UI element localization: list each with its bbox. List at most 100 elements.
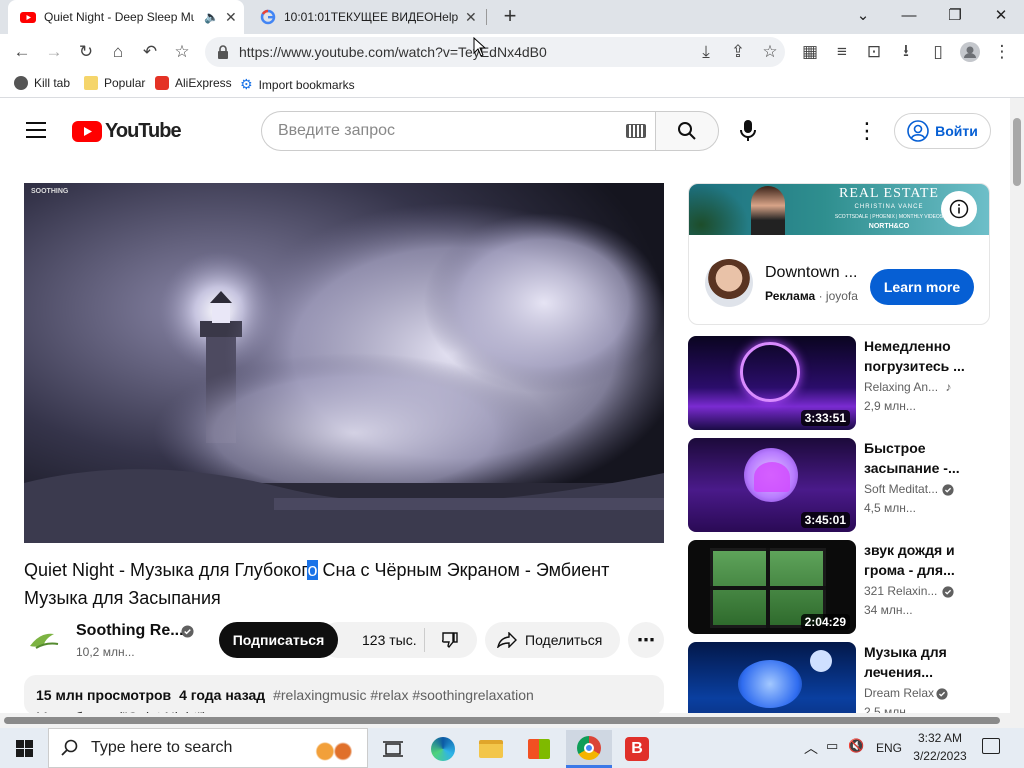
bookmark-page-star-icon[interactable]: ☆ bbox=[758, 40, 782, 64]
clock-date[interactable]: 3/22/2023 bbox=[910, 749, 970, 763]
microsoft-store-icon[interactable] bbox=[516, 730, 562, 768]
channel-name[interactable]: Soothing Re... bbox=[76, 622, 184, 640]
show-hidden-icons-chevron[interactable]: ︿ bbox=[804, 738, 818, 758]
crop-icon[interactable]: ⊡ bbox=[862, 40, 886, 64]
signin-label: Войти bbox=[935, 123, 978, 139]
minimize-button[interactable]: — bbox=[886, 0, 932, 30]
search-icon bbox=[678, 122, 696, 140]
taskbar-search-input[interactable]: Type here to search bbox=[48, 728, 368, 768]
back-arrow-icon[interactable]: ← bbox=[10, 40, 34, 64]
lock-icon bbox=[218, 45, 228, 59]
ad-card[interactable]: REAL ESTATE CHRISTINA VANCE SCOTTSDALE |… bbox=[688, 183, 990, 325]
video-player[interactable]: SOOTHING bbox=[24, 183, 664, 543]
hamburger-menu-icon[interactable] bbox=[26, 122, 46, 138]
related-video-item[interactable]: 3:33:51 Немедленно погрузитесь ... Relax… bbox=[688, 336, 990, 432]
reload-icon[interactable]: ↻ bbox=[74, 40, 98, 64]
music-note-icon: ♪ bbox=[945, 380, 952, 394]
related-thumbnail[interactable]: 3:33:51 bbox=[688, 336, 856, 430]
verified-check-icon bbox=[942, 586, 954, 598]
tab-strip: Quiet Night - Deep Sleep Music 🔈 ✕ 10:01… bbox=[0, 0, 1024, 34]
more-actions-button[interactable]: ⋯ bbox=[628, 622, 664, 658]
signin-button[interactable]: Войти bbox=[894, 113, 991, 149]
vertical-scrollbar[interactable] bbox=[1010, 98, 1024, 730]
share-button[interactable]: Поделиться bbox=[485, 622, 620, 658]
ad-label: Реклама bbox=[765, 289, 816, 303]
related-thumbnail[interactable] bbox=[688, 642, 856, 714]
folder-icon bbox=[84, 76, 98, 90]
restore-button[interactable]: ❐ bbox=[932, 0, 978, 30]
video-title: Quiet Night - Музыка для Глубокого Сна с… bbox=[24, 556, 664, 612]
related-thumbnail[interactable]: 3:45:01 bbox=[688, 438, 856, 532]
forward-arrow-icon[interactable]: → bbox=[42, 40, 66, 64]
channel-avatar[interactable] bbox=[24, 620, 64, 660]
youtube-logo-text: YouTube bbox=[105, 120, 182, 142]
side-panel-icon[interactable]: ▯ bbox=[926, 40, 950, 64]
bookmark-aliexpress[interactable]: AliExpress bbox=[155, 76, 232, 90]
edge-browser-icon[interactable] bbox=[420, 730, 466, 768]
horizontal-scroll-thumb[interactable] bbox=[4, 717, 1000, 724]
search-icon bbox=[61, 739, 78, 756]
keyboard-icon[interactable] bbox=[626, 124, 646, 138]
settings-menu-icon[interactable]: ⋮ bbox=[856, 118, 878, 144]
download-icon[interactable]: ⭳ bbox=[894, 40, 918, 64]
home-icon[interactable]: ⌂ bbox=[106, 40, 130, 64]
bookmark-label: AliExpress bbox=[175, 76, 232, 90]
close-window-button[interactable]: ✕ bbox=[978, 0, 1024, 30]
clock-time[interactable]: 3:32 AM bbox=[914, 731, 966, 745]
related-video-item[interactable]: 3:45:01 Быстрое засыпание -... Soft Medi… bbox=[688, 438, 990, 534]
bookmark-kill-tab[interactable]: Kill tab bbox=[14, 76, 70, 90]
tab-search-chevron-icon[interactable]: ⌄ bbox=[840, 0, 886, 30]
dislike-button[interactable] bbox=[430, 622, 470, 658]
video-description[interactable]: 15 млн просмотров 4 года назад #relaxing… bbox=[24, 675, 664, 725]
related-video-item[interactable]: Музыка для лечения... Dream Relax 2,5 мл… bbox=[688, 642, 990, 714]
install-app-icon[interactable]: ⤓ bbox=[694, 40, 718, 64]
extensions-grid-icon[interactable]: ▦ bbox=[798, 40, 822, 64]
file-explorer-icon[interactable] bbox=[468, 730, 514, 768]
search-input[interactable]: Введите запрос bbox=[261, 111, 656, 151]
related-thumbnail[interactable]: 2:04:29 bbox=[688, 540, 856, 634]
tab-google[interactable]: 10:01:01ТЕКУЩЕЕ ВИДЕОHelp You ✕ bbox=[248, 0, 484, 34]
bookmark-star-icon[interactable]: ☆ bbox=[170, 40, 194, 64]
learn-more-button[interactable]: Learn more bbox=[870, 269, 974, 305]
voice-search-button[interactable] bbox=[730, 113, 766, 149]
bookmark-popular[interactable]: Popular bbox=[84, 76, 145, 90]
related-views: 2,9 млн... bbox=[864, 399, 916, 413]
new-tab-button[interactable]: + bbox=[498, 5, 522, 29]
share-page-icon[interactable]: ⇪ bbox=[726, 40, 750, 64]
related-channel: Soft Meditat... bbox=[864, 482, 939, 496]
task-view-icon[interactable] bbox=[370, 730, 416, 768]
vivaldi-b-icon[interactable]: B bbox=[614, 730, 660, 768]
ad-domain: joyofa bbox=[825, 289, 858, 303]
undo-icon[interactable]: ↶ bbox=[138, 40, 162, 64]
vertical-scroll-thumb[interactable] bbox=[1013, 118, 1021, 186]
bookmark-import[interactable]: ⚙ Import bookmarks bbox=[240, 76, 355, 93]
verified-check-icon bbox=[936, 688, 948, 700]
tab-close-icon[interactable]: ✕ bbox=[465, 9, 477, 26]
browser-menu-icon[interactable]: ⋮ bbox=[990, 40, 1014, 64]
tab-close-icon[interactable]: ✕ bbox=[225, 9, 237, 26]
language-indicator[interactable]: ENG bbox=[876, 741, 902, 755]
bookmark-label: Popular bbox=[104, 76, 146, 90]
ad-info-button[interactable] bbox=[941, 191, 977, 227]
hashtags[interactable]: #relaxingmusic #relax #soothingrelaxatio… bbox=[273, 687, 534, 703]
start-button[interactable] bbox=[0, 728, 48, 768]
tree-image bbox=[754, 462, 790, 492]
notifications-icon[interactable] bbox=[982, 738, 1000, 754]
youtube-logo[interactable]: YouTube bbox=[72, 120, 182, 143]
subscribe-button[interactable]: Подписаться bbox=[219, 622, 338, 658]
aliexpress-icon bbox=[155, 76, 169, 90]
tab-audio-icon[interactable]: 🔈 bbox=[204, 10, 219, 24]
reading-list-icon[interactable]: ≡ bbox=[830, 40, 854, 64]
like-button[interactable]: 123 тыс. bbox=[338, 622, 424, 658]
volume-muted-icon[interactable]: 🔇 bbox=[848, 738, 864, 754]
profile-avatar-icon[interactable] bbox=[958, 40, 982, 64]
search-button[interactable] bbox=[655, 111, 719, 151]
url-text: https://www.youtube.com/watch?v=TeyEdNx4… bbox=[239, 44, 547, 60]
tab-youtube[interactable]: Quiet Night - Deep Sleep Music 🔈 ✕ bbox=[8, 0, 244, 34]
bird-logo-icon bbox=[30, 633, 59, 649]
microphone-icon bbox=[740, 120, 756, 141]
network-icon[interactable]: ▭ bbox=[826, 738, 838, 754]
related-video-item[interactable]: 2:04:29 звук дождя и грома - для... 321 … bbox=[688, 540, 990, 636]
chrome-browser-icon[interactable] bbox=[566, 730, 612, 768]
related-title: звук дождя и грома - для... bbox=[864, 542, 955, 578]
